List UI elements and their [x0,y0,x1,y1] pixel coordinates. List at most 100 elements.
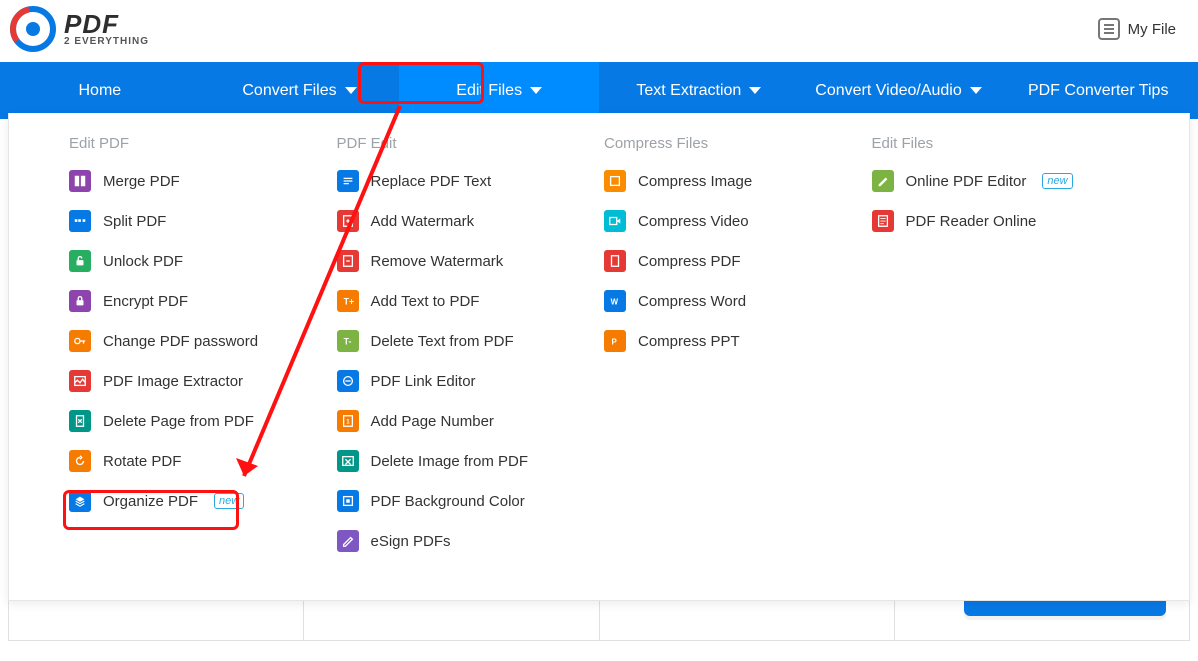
menu-item-delete-image[interactable]: Delete Image from PDF [337,450,595,472]
dropdown-col-edit-files: Edit Files Online PDF Editornew PDF Read… [872,135,1130,570]
menu-item-pdf-reader[interactable]: PDF Reader Online [872,210,1130,232]
menu-item-add-watermark[interactable]: Add Watermark [337,210,595,232]
link-icon [337,370,359,392]
my-file-label: My File [1128,21,1176,38]
menu-item-replace-text[interactable]: Replace PDF Text [337,170,595,192]
menu-item-remove-watermark[interactable]: Remove Watermark [337,250,595,272]
nav-home[interactable]: Home [0,62,200,119]
item-label: Compress Word [638,293,746,310]
image-delete-icon [337,450,359,472]
menu-item-online-editor[interactable]: Online PDF Editornew [872,170,1130,192]
key-icon [69,330,91,352]
menu-item-add-text[interactable]: T+Add Text to PDF [337,290,595,312]
organize-icon [69,490,91,512]
menu-item-compress-pdf[interactable]: Compress PDF [604,250,862,272]
nav-edit-files[interactable]: Edit Files [399,62,599,119]
item-label: Delete Page from PDF [103,413,254,430]
merge-icon [69,170,91,192]
col-title: Edit PDF [69,135,327,152]
menu-item-organize-pdf[interactable]: Organize PDF new [69,490,327,512]
svg-text:T+: T+ [343,297,353,307]
my-file-icon [1098,18,1120,40]
navbar: Home Convert Files Edit Files Text Extra… [0,62,1198,119]
nav-convert-files[interactable]: Convert Files [200,62,400,119]
svg-text:T-: T- [343,337,351,347]
nav-label: PDF Converter Tips [1028,82,1168,100]
item-label: Compress Video [638,213,749,230]
item-label: PDF Link Editor [371,373,476,390]
svg-text:W: W [611,298,619,307]
text-delete-icon: T- [337,330,359,352]
unlock-icon [69,250,91,272]
item-label: Unlock PDF [103,253,183,270]
rotate-icon [69,450,91,472]
dropdown-col-edit-pdf: Edit PDF Merge PDF Split PDF Unlock PDF … [69,135,327,570]
chevron-down-icon [345,87,357,94]
nav-pdf-converter-tips[interactable]: PDF Converter Tips [998,62,1198,119]
nav-label: Text Extraction [636,82,741,100]
item-label: eSign PDFs [371,533,451,550]
lock-icon [69,290,91,312]
replace-text-icon [337,170,359,192]
item-label: Add Page Number [371,413,494,430]
item-label: Compress PPT [638,333,740,350]
text-add-icon: T+ [337,290,359,312]
compress-video-icon [604,210,626,232]
chevron-down-icon [749,87,761,94]
menu-item-image-extractor[interactable]: PDF Image Extractor [69,370,327,392]
my-file-button[interactable]: My File [1098,18,1176,40]
col-title: Compress Files [604,135,862,152]
dropdown-col-pdf-edit: PDF Edit Replace PDF Text Add Watermark … [337,135,595,570]
item-label: Compress Image [638,173,752,190]
svg-text:P: P [612,338,617,347]
item-label: Merge PDF [103,173,180,190]
logo-text: PDF 2 EVERYTHING [64,11,149,47]
chevron-down-icon [530,87,542,94]
menu-item-rotate-pdf[interactable]: Rotate PDF [69,450,327,472]
menu-item-split-pdf[interactable]: Split PDF [69,210,327,232]
item-label: PDF Background Color [371,493,525,510]
menu-item-compress-video[interactable]: Compress Video [604,210,862,232]
item-label: Organize PDF [103,493,198,510]
item-label: Encrypt PDF [103,293,188,310]
nav-label: Home [78,82,121,100]
logo-line2: 2 EVERYTHING [64,37,149,47]
menu-item-compress-word[interactable]: W Compress Word [604,290,862,312]
compress-ppt-icon: P [604,330,626,352]
menu-item-esign[interactable]: eSign PDFs [337,530,595,552]
chevron-down-icon [970,87,982,94]
menu-item-background-color[interactable]: PDF Background Color [337,490,595,512]
menu-item-unlock-pdf[interactable]: Unlock PDF [69,250,327,272]
delete-page-icon [69,410,91,432]
item-label: Add Watermark [371,213,475,230]
item-label: Split PDF [103,213,166,230]
item-label: Replace PDF Text [371,173,492,190]
svg-text:1: 1 [346,419,350,426]
menu-item-change-password[interactable]: Change PDF password [69,330,327,352]
col-title: Edit Files [872,135,1130,152]
split-icon [69,210,91,232]
menu-item-merge-pdf[interactable]: Merge PDF [69,170,327,192]
menu-item-page-number[interactable]: 1 Add Page Number [337,410,595,432]
menu-item-compress-ppt[interactable]: P Compress PPT [604,330,862,352]
compress-pdf-icon [604,250,626,272]
compress-image-icon [604,170,626,192]
item-label: PDF Reader Online [906,213,1037,230]
menu-item-compress-image[interactable]: Compress Image [604,170,862,192]
compress-word-icon: W [604,290,626,312]
menu-item-delete-text[interactable]: T-Delete Text from PDF [337,330,595,352]
logo[interactable]: PDF 2 EVERYTHING [10,6,149,52]
dropdown-col-compress: Compress Files Compress Image Compress V… [604,135,862,570]
watermark-add-icon [337,210,359,232]
nav-convert-video-audio[interactable]: Convert Video/Audio [799,62,999,119]
nav-label: Edit Files [456,82,522,100]
item-label: Compress PDF [638,253,741,270]
menu-item-encrypt-pdf[interactable]: Encrypt PDF [69,290,327,312]
menu-item-link-editor[interactable]: PDF Link Editor [337,370,595,392]
menu-item-delete-page[interactable]: Delete Page from PDF [69,410,327,432]
new-badge: new [214,493,244,509]
new-badge: new [1042,173,1072,189]
nav-text-extraction[interactable]: Text Extraction [599,62,799,119]
item-label: PDF Image Extractor [103,373,243,390]
nav-label: Convert Files [242,82,336,100]
